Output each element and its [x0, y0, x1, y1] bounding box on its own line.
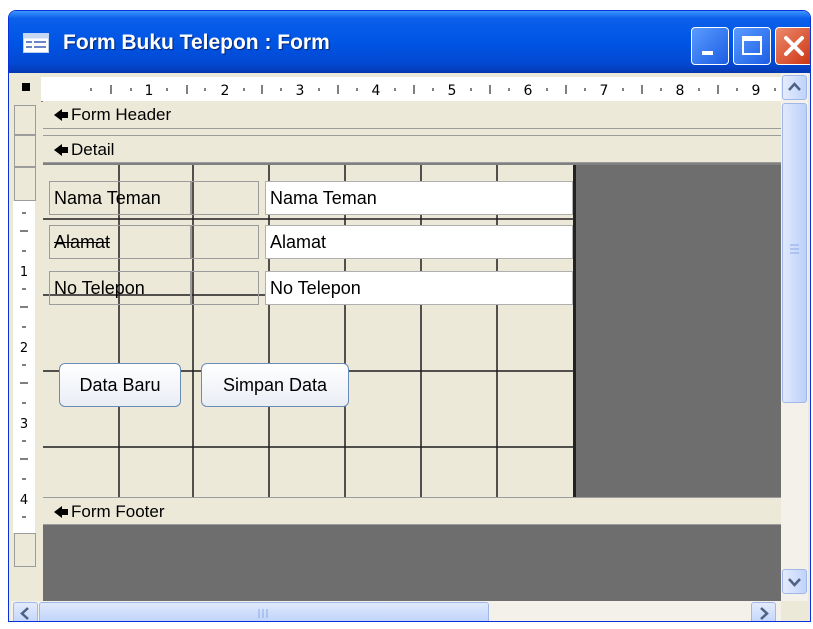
- title-bar[interactable]: Form Buku Telepon : Form: [9, 11, 810, 73]
- scroll-right-button[interactable]: [751, 602, 776, 621]
- grip-icon: [258, 609, 268, 618]
- form-window: Form Buku Telepon : Form 1 2 3 4 5 6 7 8…: [8, 10, 811, 622]
- form-width-edge[interactable]: [573, 165, 576, 497]
- ruler-number: 3: [20, 417, 28, 432]
- form-header-label: Form Header: [71, 105, 172, 124]
- ruler-number: 1: [145, 83, 154, 99]
- scroll-left-button[interactable]: [13, 602, 38, 621]
- minimize-button[interactable]: [691, 27, 729, 65]
- form-footer-label: Form Footer: [71, 502, 165, 521]
- ruler-ticks: 1 2 3 4 5 6 7 8 9: [90, 83, 776, 99]
- ruler-number: 1: [20, 265, 28, 280]
- form-footer-bar[interactable]: Form Footer: [43, 497, 781, 525]
- grip-icon: [790, 244, 799, 254]
- ruler-number: 4: [20, 493, 28, 508]
- nama-teman-label-ext[interactable]: [191, 181, 259, 215]
- no-telepon-textbox[interactable]: No Telepon: [265, 271, 573, 305]
- horizontal-scroll-thumb[interactable]: [39, 602, 489, 621]
- no-telepon-label[interactable]: No Telepon: [49, 271, 191, 305]
- section-arrow-icon: [54, 506, 68, 518]
- ruler-strip: 1 2 3 4: [13, 201, 35, 533]
- alamat-label-ext[interactable]: [191, 225, 259, 259]
- chevron-down-icon: [788, 578, 801, 587]
- vertical-scroll-thumb[interactable]: [782, 103, 807, 403]
- form-design-area[interactable]: Form Header Detail Nama Teman Nama Teman…: [43, 101, 781, 601]
- detail-gray-area[interactable]: [575, 165, 781, 497]
- form-selector[interactable]: [11, 73, 41, 101]
- scroll-down-button[interactable]: [782, 569, 807, 594]
- data-baru-button[interactable]: Data Baru: [59, 363, 181, 407]
- no-telepon-label-ext[interactable]: [191, 271, 259, 305]
- detail-bar[interactable]: Detail: [43, 135, 781, 163]
- section-selector-footer[interactable]: [14, 533, 36, 567]
- section-selector-header-body[interactable]: [14, 135, 36, 167]
- close-button[interactable]: [775, 27, 810, 65]
- chevron-up-icon: [788, 82, 801, 91]
- form-footer-area[interactable]: [43, 525, 781, 601]
- alamat-textbox[interactable]: Alamat: [265, 225, 573, 259]
- ruler-number: 9: [752, 83, 761, 99]
- nama-teman-textbox[interactable]: Nama Teman: [265, 181, 573, 215]
- form-selector-icon: [22, 83, 30, 91]
- horizontal-ruler[interactable]: 1 2 3 4 5 6 7 8 9: [41, 77, 781, 102]
- vertical-ruler[interactable]: 1 2 3 4: [11, 101, 41, 619]
- chevron-left-icon: [20, 607, 29, 620]
- ruler-number: 7: [600, 83, 609, 99]
- ruler-number: 8: [676, 83, 685, 99]
- ruler-number: 5: [448, 83, 457, 99]
- form-header-bar[interactable]: Form Header: [43, 101, 781, 129]
- close-icon: [784, 36, 804, 56]
- ruler-number: 2: [20, 341, 28, 356]
- section-selector-header[interactable]: [14, 105, 36, 135]
- maximize-icon: [742, 36, 762, 55]
- ruler-number: 3: [296, 83, 305, 99]
- vertical-scrollbar[interactable]: [781, 73, 808, 601]
- window-title: Form Buku Telepon : Form: [63, 31, 330, 54]
- detail-section[interactable]: Nama Teman Nama Teman Alamat Alamat No T…: [43, 165, 575, 497]
- horizontal-scrollbar[interactable]: [11, 601, 781, 621]
- section-arrow-icon: [54, 144, 68, 156]
- ruler-number: 2: [221, 83, 230, 99]
- chevron-right-icon: [760, 607, 769, 620]
- ruler-number: 4: [372, 83, 381, 99]
- form-icon: [23, 33, 49, 53]
- ruler-number: 6: [524, 83, 533, 99]
- form-design-client: 1 2 3 4 5 6 7 8 9 1 2 3 4 Form Header De…: [11, 73, 808, 621]
- maximize-button[interactable]: [733, 27, 771, 65]
- nama-teman-label[interactable]: Nama Teman: [49, 181, 191, 215]
- scroll-up-button[interactable]: [782, 75, 807, 100]
- detail-label: Detail: [71, 140, 115, 159]
- section-arrow-icon: [54, 109, 68, 121]
- alamat-label[interactable]: Alamat: [49, 225, 191, 259]
- size-grip[interactable]: [781, 601, 808, 621]
- minimize-icon: [702, 51, 713, 55]
- simpan-data-button[interactable]: Simpan Data: [201, 363, 349, 407]
- section-selector-detail[interactable]: [14, 167, 36, 201]
